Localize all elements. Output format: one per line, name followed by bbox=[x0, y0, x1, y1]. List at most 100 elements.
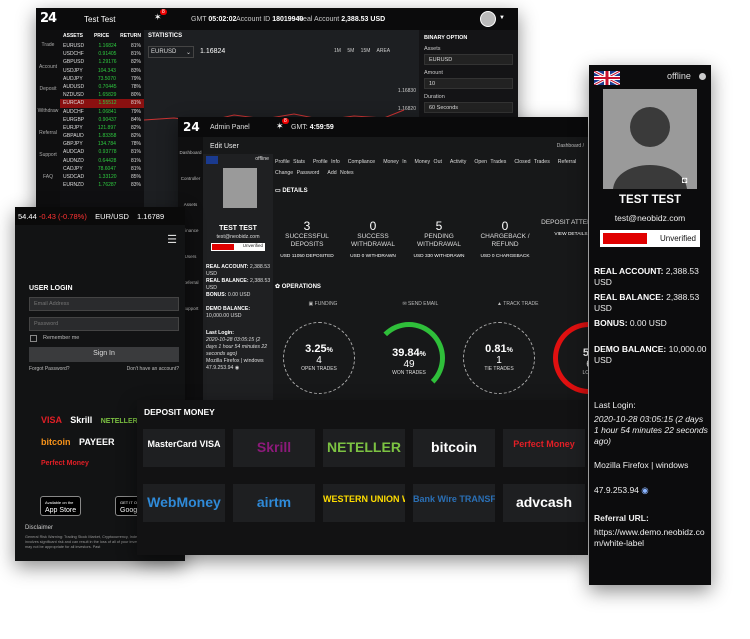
referral-url[interactable]: https://www.demo.neobidz.com/white-label bbox=[594, 527, 708, 549]
notification-badge: 8 bbox=[160, 9, 167, 15]
tab-change-password[interactable]: Change Password bbox=[275, 168, 319, 179]
camera-icon[interactable]: ◘ bbox=[682, 175, 687, 185]
breadcrumb[interactable]: Dashboard / bbox=[557, 143, 584, 149]
asset-row[interactable]: GBPUSD 1.29176 82% bbox=[60, 58, 144, 66]
asset-row[interactable]: EURNZD 1.76287 83% bbox=[60, 181, 144, 189]
asset-row[interactable]: AUDCHF 1.06841 79% bbox=[60, 108, 144, 116]
funding-button[interactable]: ▣ FUNDING bbox=[275, 301, 371, 307]
asset-name: EURNZD bbox=[63, 182, 84, 189]
sidebar-item-withdraw[interactable]: Withdraw bbox=[36, 96, 60, 118]
asset-row[interactable]: AUDNZD 0.64428 81% bbox=[60, 157, 144, 165]
stat-subtitle[interactable]: USD 0 CHARGEBACK bbox=[473, 254, 537, 259]
assets-list: ASSETS PRICE RETURN EURUSD 1.16824 81% USDC… bbox=[60, 30, 144, 234]
stat-subtitle[interactable]: USD 330 WITHDRAWN bbox=[407, 254, 471, 259]
assets-select[interactable]: EURUSD bbox=[424, 54, 513, 65]
sidebar-item-referral[interactable]: Referral bbox=[36, 118, 60, 140]
asset-row[interactable]: AUDJPY 73.5070 79% bbox=[60, 75, 144, 83]
asset-row[interactable]: AUDCAD 0.93778 81% bbox=[60, 148, 144, 156]
avatar[interactable] bbox=[480, 11, 496, 27]
track-trade-button[interactable]: ▲ TRACK TRADE bbox=[470, 301, 566, 307]
chevron-down-icon[interactable]: ▼ bbox=[499, 15, 505, 21]
stat-subtitle[interactable]: VIEW DETAILS bbox=[539, 232, 588, 237]
tab-compliance[interactable]: Compliance bbox=[348, 157, 375, 168]
stat-count: 5 bbox=[435, 219, 443, 233]
asset-row[interactable]: USDJPY 104.343 83% bbox=[60, 67, 144, 75]
tab-closed-trades[interactable]: Closed Trades bbox=[514, 157, 549, 168]
asset-row[interactable]: GBPJPY 134.784 78% bbox=[60, 140, 144, 148]
asset-return: 81% bbox=[130, 51, 141, 58]
user-name: TEST TEST bbox=[219, 225, 257, 232]
asset-row[interactable]: USDCAD 1.33120 85% bbox=[60, 173, 144, 181]
verification-badge: Unverified bbox=[211, 243, 265, 251]
eye-icon: ◉ bbox=[234, 365, 240, 371]
asset-name: NZDUSD bbox=[63, 92, 84, 99]
stat-card: 0 CHARGEBACK / REFUND USD 0 CHARGEBACK bbox=[473, 199, 537, 269]
tab-profile-info[interactable]: Profile Info bbox=[313, 157, 340, 168]
asset-row[interactable]: NZDUSD 1.65829 80% bbox=[60, 91, 144, 99]
email-field[interactable] bbox=[29, 297, 179, 311]
asset-row[interactable]: EURCAD 1.55512 81% bbox=[60, 99, 144, 108]
asset-row[interactable]: CADJPY 78.6047 81% bbox=[60, 165, 144, 173]
app-store-button[interactable]: Available on the App Store bbox=[40, 496, 82, 516]
amount-input[interactable]: 10 bbox=[424, 78, 513, 89]
sidebar-item-dashboard[interactable]: Dashboard bbox=[178, 137, 203, 163]
asset-price: 0.90437 bbox=[98, 116, 117, 123]
payment-method-webmoney[interactable]: WebMoney bbox=[143, 484, 225, 522]
avatar bbox=[603, 89, 697, 189]
asset-return: 82% bbox=[130, 133, 141, 140]
payment-method-skrill[interactable]: Skrill bbox=[233, 429, 315, 467]
tab-add-notes[interactable]: Add Notes bbox=[327, 168, 353, 179]
asset-row[interactable]: EURJPY 121.897 82% bbox=[60, 124, 144, 132]
stat-subtitle[interactable]: USD 11050 DEPOSITED bbox=[275, 254, 339, 259]
sign-in-button[interactable]: Sign In bbox=[29, 347, 179, 362]
duration-select[interactable]: 60 Seconds bbox=[424, 102, 513, 113]
asset-row[interactable]: EURUSD 1.16824 81% bbox=[60, 42, 144, 50]
hamburger-menu-icon[interactable]: ☰ bbox=[167, 233, 177, 246]
payment-method-perfect-money[interactable]: Perfect Money bbox=[503, 429, 585, 467]
password-field[interactable] bbox=[29, 317, 179, 331]
sidebar-item-trade[interactable]: Trade bbox=[36, 30, 60, 52]
sidebar-item-support[interactable]: Support bbox=[36, 140, 60, 162]
tab-referral[interactable]: Referral bbox=[558, 157, 576, 168]
real-account: REAL ACCOUNT: 2,388.53 USD bbox=[594, 266, 699, 287]
asset-price: 1.16824 bbox=[98, 43, 117, 49]
sidebar-item-controller[interactable]: Controller bbox=[178, 163, 203, 189]
tab-money-out[interactable]: Money Out bbox=[415, 157, 442, 168]
asset-return: 83% bbox=[130, 182, 141, 189]
asset-price: 1.65829 bbox=[98, 92, 117, 99]
payment-method-mastercard-visa[interactable]: MasterCard VISA bbox=[143, 429, 225, 467]
forgot-password-link[interactable]: Forgot Password? bbox=[29, 366, 70, 372]
price-ticker: 54.44 -0.43 (-0.78%) EUR/USD 1.16789 bbox=[15, 207, 185, 225]
gauge-label: WON TRADES bbox=[392, 370, 426, 376]
payment-method-bank-wire-transfer[interactable]: Bank Wire TRANSFER bbox=[413, 484, 495, 522]
sidebar-item-faq[interactable]: FAQ bbox=[36, 162, 60, 184]
asset-price: 0.91405 bbox=[98, 51, 117, 58]
asset-return: 81% bbox=[130, 100, 141, 107]
payment-method-neteller[interactable]: NETELLER bbox=[323, 429, 405, 467]
send-email-button[interactable]: ✉ SEND EMAIL bbox=[372, 301, 468, 307]
payment-method-bitcoin[interactable]: bitcoin bbox=[413, 429, 495, 467]
stat-subtitle[interactable]: USD 0 WITHDRAWN bbox=[341, 254, 405, 259]
asset-row[interactable]: USDCHF 0.91405 81% bbox=[60, 50, 144, 58]
asset-row[interactable]: AUDUSD 0.70445 78% bbox=[60, 83, 144, 91]
signup-link[interactable]: Don't have an account? bbox=[127, 366, 179, 372]
payment-method-airtm[interactable]: airtm bbox=[233, 484, 315, 522]
tab-activity[interactable]: Activity bbox=[450, 157, 466, 168]
asset-return: 83% bbox=[130, 67, 141, 74]
asset-row[interactable]: GBPAUD 1.83358 82% bbox=[60, 132, 144, 140]
stat-title: SUCCESSFUL DEPOSITS bbox=[285, 233, 329, 248]
stat-card: 5 PENDING WITHDRAWAL USD 330 WITHDRAWN bbox=[407, 199, 471, 269]
sidebar-item-deposit[interactable]: Deposit bbox=[36, 74, 60, 96]
stat-title: DEPOSIT ATTEMPT bbox=[541, 219, 588, 226]
payment-method-advcash[interactable]: advcash bbox=[503, 484, 585, 522]
uk-flag-icon bbox=[206, 156, 218, 164]
tab-profile-stats[interactable]: Profile Stats bbox=[275, 157, 305, 168]
tab-open-trades[interactable]: Open Trades bbox=[474, 157, 506, 168]
sidebar-item-account[interactable]: Account bbox=[36, 52, 60, 74]
payment-method-western-union-wu[interactable]: WESTERN UNION WU bbox=[323, 484, 405, 522]
tab-money-in[interactable]: Money In bbox=[383, 157, 406, 168]
asset-row[interactable]: EURGBP 0.90437 84% bbox=[60, 116, 144, 124]
admin-logo: 24 bbox=[183, 120, 200, 134]
remember-checkbox[interactable] bbox=[30, 335, 37, 342]
asset-price: 73.5070 bbox=[97, 75, 116, 82]
